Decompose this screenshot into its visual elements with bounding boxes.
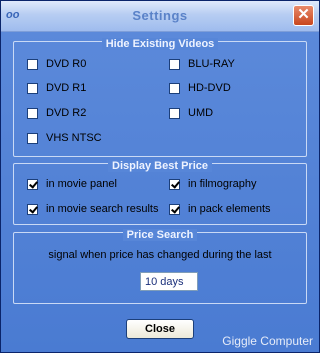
checkbox-in-movie-panel[interactable]: in movie panel — [27, 177, 117, 191]
display-best-price-legend: Display Best Price — [108, 160, 212, 172]
checkbox-dvd-r0[interactable]: DVD R0 — [27, 57, 86, 71]
vhs-ntsc-checkbox-box[interactable] — [27, 132, 38, 144]
checkbox-dvd-r1[interactable]: DVD R1 — [27, 81, 86, 95]
price-change-period-input[interactable] — [140, 272, 198, 291]
in-movie-search-results-label: in movie search results — [46, 203, 159, 215]
vhs-ntsc-label: VHS NTSC — [46, 132, 102, 144]
checkbox-blu-ray[interactable]: BLU-RAY — [169, 57, 235, 71]
in-pack-elements-label: in pack elements — [188, 203, 271, 215]
in-pack-elements-checkbox-box[interactable] — [169, 203, 180, 215]
checkbox-dvd-r2[interactable]: DVD R2 — [27, 106, 86, 120]
dvd-r0-label: DVD R0 — [46, 58, 87, 70]
in-movie-panel-checkbox-box[interactable] — [27, 178, 38, 190]
display-best-price-group: Display Best Price in movie panel in fil… — [13, 160, 307, 225]
dvd-r2-checkbox-box[interactable] — [27, 107, 38, 119]
dvd-r1-checkbox-box[interactable] — [27, 82, 38, 94]
watermark-text: Giggle Computer — [222, 334, 313, 348]
in-movie-search-results-checkbox-box[interactable] — [27, 203, 38, 215]
dvd-r0-checkbox-box[interactable] — [27, 58, 38, 70]
hd-dvd-checkbox-box[interactable] — [169, 82, 180, 94]
checkbox-in-filmography[interactable]: in filmography — [169, 177, 256, 191]
hide-existing-videos-legend: Hide Existing Videos — [101, 38, 219, 50]
checkbox-umd[interactable]: UMD — [169, 106, 213, 120]
hd-dvd-label: HD-DVD — [188, 82, 231, 94]
window-title: Settings — [132, 8, 188, 23]
in-movie-panel-label: in movie panel — [46, 178, 117, 190]
price-search-description: signal when price has changed during the… — [48, 249, 272, 261]
checkbox-vhs-ntsc[interactable]: VHS NTSC — [27, 131, 102, 145]
hide-existing-videos-group: Hide Existing Videos DVD R0 BLU-RAY DVD … — [13, 38, 307, 157]
close-button[interactable]: Close — [126, 319, 194, 339]
price-search-group: Price Search signal when price has chang… — [13, 229, 307, 304]
price-search-legend: Price Search — [122, 229, 198, 241]
dialog-body: Hide Existing Videos DVD R0 BLU-RAY DVD … — [1, 32, 319, 352]
checkbox-hd-dvd[interactable]: HD-DVD — [169, 81, 231, 95]
in-filmography-checkbox-box[interactable] — [169, 178, 180, 190]
window-close-button[interactable]: ✕ — [293, 5, 314, 26]
blu-ray-label: BLU-RAY — [188, 58, 235, 70]
in-filmography-label: in filmography — [188, 178, 257, 190]
umd-checkbox-box[interactable] — [169, 107, 180, 119]
settings-window: oo Settings ✕ Hide Existing Videos DVD R… — [0, 0, 320, 353]
checkbox-in-movie-search-results[interactable]: in movie search results — [27, 202, 159, 216]
checkbox-in-pack-elements[interactable]: in pack elements — [169, 202, 271, 216]
blu-ray-checkbox-box[interactable] — [169, 58, 180, 70]
dvd-r2-label: DVD R2 — [46, 107, 87, 119]
umd-label: UMD — [188, 107, 214, 119]
dvd-r1-label: DVD R1 — [46, 82, 87, 94]
title-bar[interactable]: oo Settings ✕ — [1, 1, 319, 32]
